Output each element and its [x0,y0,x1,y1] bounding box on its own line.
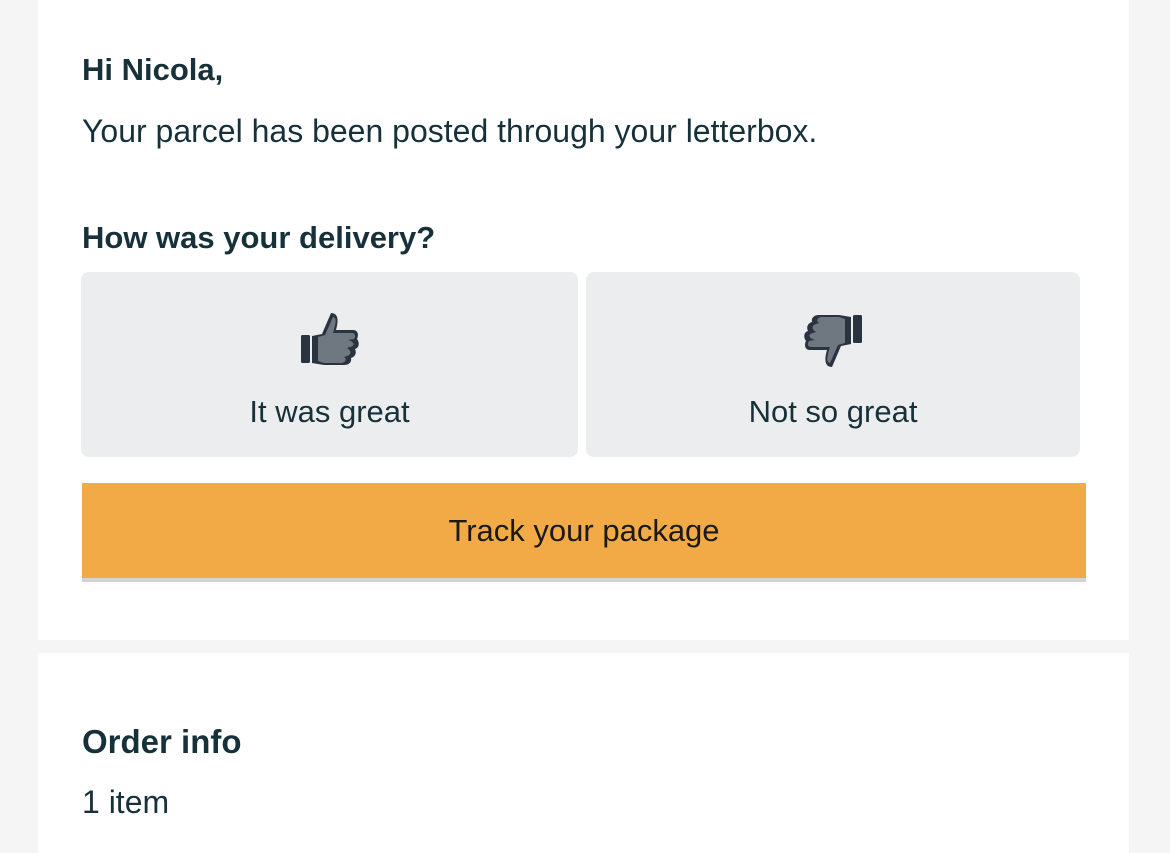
thumbs-up-icon [298,308,362,372]
thumbs-down-icon [801,308,865,372]
feedback-question: How was your delivery? [82,220,436,255]
delivery-status-message: Your parcel has been posted through your… [82,113,818,149]
track-package-button[interactable]: Track your package [82,483,1086,582]
feedback-great-button[interactable]: It was great [81,272,578,457]
order-info-heading: Order info [82,723,242,760]
feedback-great-label: It was great [249,394,410,429]
order-info-card: Order info 1 item [38,653,1129,853]
greeting-text: Hi Nicola, [82,52,224,87]
order-item-count: 1 item [82,784,170,820]
feedback-not-great-label: Not so great [748,394,918,429]
feedback-not-great-button[interactable]: Not so great [586,272,1080,457]
delivery-message-card: Hi Nicola, Your parcel has been posted t… [38,0,1129,640]
